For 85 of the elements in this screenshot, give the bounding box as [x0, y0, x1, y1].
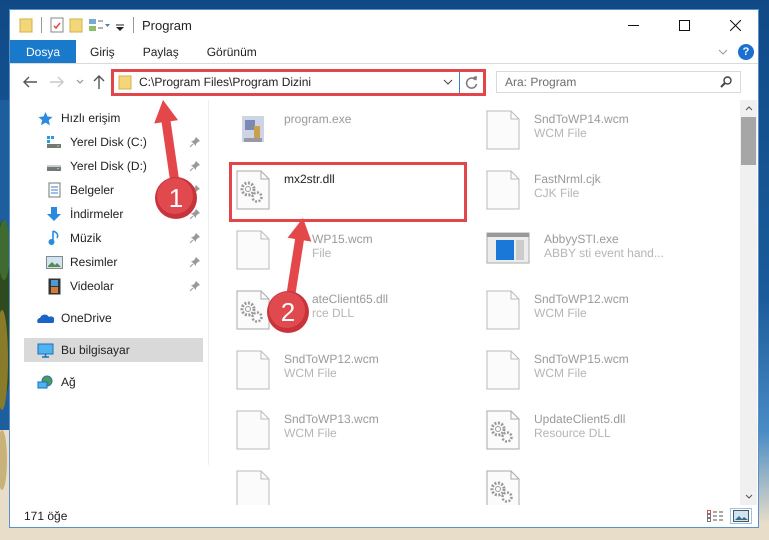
nav-item[interactable]: Yerel Disk (D:) [70, 159, 147, 173]
dropdown-icon[interactable] [443, 79, 453, 85]
settings-file-icon[interactable] [486, 470, 520, 505]
nav-item[interactable]: Hızlı erişim [24, 106, 203, 130]
chevron-icon[interactable] [718, 48, 728, 54]
checklist-icon[interactable] [50, 17, 64, 33]
file-icon[interactable] [236, 470, 270, 505]
window-title: Program [142, 18, 192, 32]
details-view-button[interactable] [704, 508, 726, 524]
view-icon[interactable] [88, 17, 110, 33]
scrollbar[interactable] [740, 100, 757, 505]
monitor-icon [36, 342, 54, 358]
maximize-icon [678, 20, 690, 30]
folder-icon[interactable] [69, 17, 83, 33]
picture-icon [46, 256, 62, 268]
network-icon [36, 374, 54, 390]
file-type: Resource DLL [534, 426, 612, 440]
document-icon [48, 182, 60, 198]
film-icon [48, 278, 60, 294]
file-type: CJK File [534, 186, 580, 200]
music-note-icon [48, 230, 60, 246]
nav-item[interactable]: İndirmeler [70, 207, 124, 221]
download-arrow-icon [46, 206, 62, 222]
file-name[interactable]: mx2str.dll [284, 172, 335, 186]
window-icon[interactable] [486, 230, 530, 264]
nav-item[interactable]: OneDrive [24, 306, 203, 330]
ribbon-tab[interactable]: Görünüm [192, 40, 271, 63]
file-icon[interactable] [486, 290, 520, 330]
nav-item[interactable]: Bu bilgisayar [24, 338, 203, 362]
up-button[interactable] [92, 74, 106, 90]
pin-icon[interactable] [190, 233, 200, 243]
file-icon[interactable] [236, 410, 270, 450]
file-type: WCM File [534, 306, 588, 320]
pin-icon[interactable] [190, 281, 200, 291]
drive-icon [46, 135, 62, 149]
step-badge: 2 [267, 291, 309, 333]
close-icon [730, 20, 740, 30]
file-type: rce DLL [312, 306, 356, 320]
file-type: WCM File [284, 366, 338, 380]
nav-item[interactable]: Belgeler [70, 183, 114, 197]
details-icon [707, 510, 723, 522]
address-field[interactable]: C:\Program Files\Program Dizini [114, 72, 460, 92]
pin-icon[interactable] [190, 209, 200, 219]
file-icon[interactable] [236, 350, 270, 390]
file-icon[interactable] [486, 110, 520, 150]
file-icon[interactable] [486, 170, 520, 210]
ribbon-tab[interactable]: Dosya [10, 40, 76, 63]
help-button[interactable]: ? [738, 44, 754, 60]
recent-locations-icon[interactable] [76, 79, 84, 85]
pin-icon[interactable] [190, 137, 200, 147]
file-type: WCM File [284, 426, 338, 440]
scroll-thumb[interactable] [741, 117, 756, 165]
settings-file-icon[interactable] [236, 170, 270, 210]
tiles-view-button[interactable] [730, 508, 752, 524]
file-type: WCM File [534, 126, 588, 140]
settings-file-icon[interactable] [486, 410, 520, 450]
nav-item[interactable]: Yerel Disk (C:) [70, 135, 147, 149]
nav-item[interactable]: Müzik [70, 231, 102, 245]
back-button[interactable] [22, 75, 38, 89]
folder-icon[interactable] [19, 17, 33, 33]
scroll-down-icon[interactable] [744, 494, 752, 499]
refresh-icon [465, 76, 478, 88]
ribbon-tab[interactable]: Giriş [76, 40, 129, 63]
search-icon [720, 76, 732, 88]
pin-icon[interactable] [190, 257, 200, 267]
forward-button[interactable] [49, 75, 65, 89]
file-type: File [312, 246, 332, 260]
step-badge: 1 [155, 177, 197, 219]
settings-file-icon[interactable] [236, 290, 270, 330]
tiles-icon [733, 510, 749, 522]
nav-item[interactable]: Resimler [70, 255, 118, 269]
nav-item[interactable]: Videolar [70, 279, 114, 293]
item-count: 171 öğe [24, 509, 68, 523]
search-field[interactable]: Ara: Program [496, 71, 741, 93]
star-icon [38, 110, 52, 126]
cloud-icon [36, 312, 54, 324]
nav-item[interactable]: Ağ [24, 370, 203, 394]
scroll-up-icon[interactable] [744, 106, 752, 111]
folder-icon [118, 74, 132, 90]
file-type: WCM File [534, 366, 588, 380]
pin-icon[interactable] [190, 161, 200, 171]
file-type: ABBY sti event hand... [544, 246, 664, 260]
ribbon-tab[interactable]: Paylaş [128, 40, 193, 63]
file-icon[interactable] [486, 350, 520, 390]
file-icon[interactable] [236, 230, 270, 270]
